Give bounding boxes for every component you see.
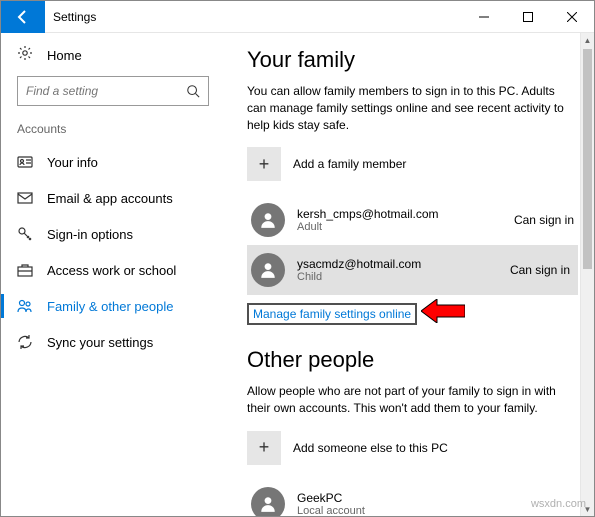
plus-icon: + bbox=[247, 147, 281, 181]
nav-label: Family & other people bbox=[47, 299, 173, 314]
vertical-scrollbar[interactable]: ▲ ▼ bbox=[580, 33, 594, 516]
manage-family-link[interactable]: Manage family settings online bbox=[247, 303, 417, 325]
search-icon bbox=[186, 84, 200, 98]
sidebar-item-sync-settings[interactable]: Sync your settings bbox=[1, 324, 225, 360]
sidebar: Home Accounts Your info Email & app acco… bbox=[1, 33, 225, 516]
nav-label: Sign-in options bbox=[47, 227, 133, 242]
home-label: Home bbox=[47, 48, 82, 63]
sidebar-section-label: Accounts bbox=[1, 118, 225, 144]
account-name: GeekPC bbox=[297, 491, 365, 505]
family-member-row-selected[interactable]: ysacmdz@hotmail.com Child Can sign in bbox=[247, 245, 578, 295]
member-status: Can sign in bbox=[510, 263, 570, 277]
add-other-user-button[interactable]: + Add someone else to this PC bbox=[247, 431, 578, 465]
member-email: kersh_cmps@hotmail.com bbox=[297, 207, 439, 221]
main-area: Home Accounts Your info Email & app acco… bbox=[1, 33, 594, 516]
nav-label: Email & app accounts bbox=[47, 191, 173, 206]
member-role: Child bbox=[297, 271, 421, 283]
other-people-description: Allow people who are not part of your fa… bbox=[247, 383, 567, 417]
add-family-label: Add a family member bbox=[293, 157, 406, 171]
maximize-button[interactable] bbox=[506, 1, 550, 33]
sidebar-item-your-info[interactable]: Your info bbox=[1, 144, 225, 180]
sidebar-item-signin-options[interactable]: Sign-in options bbox=[1, 216, 225, 252]
account-role: Local account bbox=[297, 505, 365, 516]
nav-label: Access work or school bbox=[47, 263, 176, 278]
window-controls bbox=[462, 1, 594, 33]
add-family-member-button[interactable]: + Add a family member bbox=[247, 147, 578, 181]
plus-icon: + bbox=[247, 431, 281, 465]
gear-icon bbox=[17, 45, 33, 66]
mail-icon bbox=[17, 190, 33, 206]
member-role: Adult bbox=[297, 221, 439, 233]
key-icon bbox=[17, 226, 33, 242]
family-heading: Your family bbox=[247, 47, 578, 73]
add-other-label: Add someone else to this PC bbox=[293, 441, 448, 455]
person-icon bbox=[251, 203, 285, 237]
scrollbar-thumb[interactable] bbox=[583, 49, 592, 269]
title-bar: Settings bbox=[1, 1, 594, 33]
other-people-heading: Other people bbox=[247, 347, 578, 373]
member-email: ysacmdz@hotmail.com bbox=[297, 257, 421, 271]
id-card-icon bbox=[17, 154, 33, 170]
close-button[interactable] bbox=[550, 1, 594, 33]
nav-label: Sync your settings bbox=[47, 335, 153, 350]
content-pane: Your family You can allow family members… bbox=[225, 33, 594, 516]
home-link[interactable]: Home bbox=[1, 33, 225, 76]
back-button[interactable] bbox=[1, 1, 45, 33]
briefcase-icon bbox=[17, 262, 33, 278]
family-member-row[interactable]: kersh_cmps@hotmail.com Adult Can sign in bbox=[247, 195, 578, 245]
people-icon bbox=[17, 298, 33, 314]
sync-icon bbox=[17, 334, 33, 350]
person-icon bbox=[251, 253, 285, 287]
scroll-up-icon[interactable]: ▲ bbox=[581, 33, 594, 47]
sidebar-item-email-accounts[interactable]: Email & app accounts bbox=[1, 180, 225, 216]
back-arrow-icon bbox=[15, 9, 31, 25]
nav-label: Your info bbox=[47, 155, 98, 170]
search-box[interactable] bbox=[17, 76, 209, 106]
search-input[interactable] bbox=[26, 84, 186, 98]
family-description: You can allow family members to sign in … bbox=[247, 83, 567, 133]
minimize-button[interactable] bbox=[462, 1, 506, 33]
sidebar-item-family-people[interactable]: Family & other people bbox=[1, 288, 225, 324]
watermark: wsxdn.com bbox=[531, 498, 586, 510]
window-title: Settings bbox=[53, 10, 96, 24]
member-status: Can sign in bbox=[514, 213, 574, 227]
person-icon bbox=[251, 487, 285, 516]
sidebar-item-work-school[interactable]: Access work or school bbox=[1, 252, 225, 288]
other-account-row[interactable]: GeekPC Local account bbox=[247, 479, 578, 516]
annotation-arrow bbox=[421, 299, 465, 328]
